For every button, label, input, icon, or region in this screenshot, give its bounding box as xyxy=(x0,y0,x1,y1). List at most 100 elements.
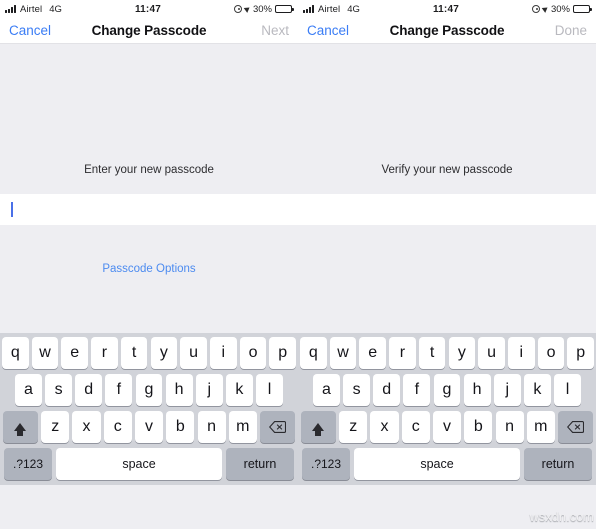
numeric-switch-key[interactable]: .?123 xyxy=(4,448,52,480)
key-x[interactable]: x xyxy=(370,411,399,443)
passcode-content-area: Enter your new passcode Passcode Options… xyxy=(0,44,298,529)
key-s[interactable]: s xyxy=(343,374,371,406)
key-c[interactable]: c xyxy=(103,411,132,443)
key-w[interactable]: w xyxy=(31,337,59,369)
key-i[interactable]: i xyxy=(210,337,237,369)
space-key[interactable]: space xyxy=(56,448,222,480)
key-x[interactable]: x xyxy=(72,411,101,443)
key-p[interactable]: p xyxy=(567,337,594,369)
key-g[interactable]: g xyxy=(135,374,163,406)
key-v[interactable]: v xyxy=(134,411,164,443)
dual-screenshot-container: Airtel 4G 11:47 30% Cancel Change Passco… xyxy=(0,0,596,529)
key-q[interactable]: q xyxy=(300,337,327,369)
on-screen-keyboard: q w e r t y u i o p a s d f g h j k l z … xyxy=(0,333,298,485)
key-g[interactable]: g xyxy=(433,374,461,406)
key-k[interactable]: k xyxy=(225,374,253,406)
return-key[interactable]: return xyxy=(524,448,592,480)
signal-bars-icon xyxy=(303,5,314,13)
key-f[interactable]: f xyxy=(403,374,431,406)
key-b[interactable]: b xyxy=(464,411,493,443)
passcode-prompt-label: Verify your new passcode xyxy=(381,164,513,176)
space-key[interactable]: space xyxy=(354,448,520,480)
key-l[interactable]: l xyxy=(554,374,581,406)
key-n[interactable]: n xyxy=(197,411,226,443)
key-y[interactable]: y xyxy=(150,337,178,369)
navigation-bar: Cancel Change Passcode Next xyxy=(0,18,298,44)
key-s[interactable]: s xyxy=(45,374,73,406)
status-bar: Airtel 4G 11:47 30% xyxy=(0,0,298,18)
location-arrow-icon xyxy=(243,5,252,13)
shift-arrow-icon xyxy=(312,423,325,436)
network-type: 4G xyxy=(347,3,360,15)
key-r[interactable]: r xyxy=(91,337,118,369)
done-button[interactable]: Done xyxy=(539,23,587,38)
key-y[interactable]: y xyxy=(448,337,476,369)
phone-screen-enter-passcode: Airtel 4G 11:47 30% Cancel Change Passco… xyxy=(0,0,298,529)
next-button[interactable]: Next xyxy=(241,23,289,38)
key-p[interactable]: p xyxy=(269,337,296,369)
text-caret xyxy=(11,202,13,217)
key-b[interactable]: b xyxy=(166,411,195,443)
delete-key[interactable] xyxy=(260,411,296,443)
key-j[interactable]: j xyxy=(493,374,521,406)
key-z[interactable]: z xyxy=(41,411,70,443)
carrier-name: Airtel xyxy=(20,3,43,15)
keyboard-row-2: a s d f g h j k l xyxy=(2,374,296,406)
key-j[interactable]: j xyxy=(195,374,223,406)
status-bar-left: Airtel 4G xyxy=(303,4,360,15)
key-d[interactable]: d xyxy=(75,374,103,406)
navigation-bar: Cancel Change Passcode Done xyxy=(298,18,596,44)
key-r[interactable]: r xyxy=(389,337,416,369)
keyboard-row-1: q w e r t y u i o p xyxy=(300,337,594,369)
return-key[interactable]: return xyxy=(226,448,294,480)
options-area: Passcode Options xyxy=(0,225,298,333)
passcode-options-link[interactable]: Passcode Options xyxy=(102,263,195,275)
key-k[interactable]: k xyxy=(523,374,551,406)
key-i[interactable]: i xyxy=(508,337,535,369)
phone-screen-verify-passcode: Airtel 4G 11:47 30% Cancel Change Passco… xyxy=(298,0,596,529)
key-q[interactable]: q xyxy=(2,337,29,369)
key-e[interactable]: e xyxy=(61,337,88,369)
page-title: Change Passcode xyxy=(389,23,505,38)
battery-percent-label: 30% xyxy=(550,3,570,15)
key-h[interactable]: h xyxy=(165,374,193,406)
key-t[interactable]: t xyxy=(120,337,148,369)
key-e[interactable]: e xyxy=(359,337,386,369)
key-o[interactable]: o xyxy=(537,337,565,369)
site-watermark: wsxdn.com xyxy=(529,510,594,524)
delete-key[interactable] xyxy=(558,411,594,443)
numeric-switch-key[interactable]: .?123 xyxy=(302,448,350,480)
key-h[interactable]: h xyxy=(463,374,491,406)
key-a[interactable]: a xyxy=(313,374,340,406)
keyboard-row-4: .?123 space return xyxy=(2,448,296,480)
status-bar-right: 30% xyxy=(531,3,592,15)
key-c[interactable]: c xyxy=(401,411,430,443)
key-w[interactable]: w xyxy=(329,337,357,369)
on-screen-keyboard: q w e r t y u i o p a s d f g h j k l z … xyxy=(298,333,596,485)
key-z[interactable]: z xyxy=(339,411,368,443)
key-n[interactable]: n xyxy=(495,411,524,443)
page-title: Change Passcode xyxy=(91,23,207,38)
key-a[interactable]: a xyxy=(15,374,42,406)
status-bar: Airtel 4G 11:47 30% xyxy=(298,0,596,18)
key-d[interactable]: d xyxy=(373,374,401,406)
shift-key[interactable] xyxy=(300,411,336,443)
key-t[interactable]: t xyxy=(418,337,446,369)
key-f[interactable]: f xyxy=(105,374,133,406)
key-m[interactable]: m xyxy=(228,411,257,443)
cancel-button[interactable]: Cancel xyxy=(9,23,57,38)
battery-icon xyxy=(573,4,592,14)
passcode-input-field[interactable] xyxy=(298,194,596,225)
carrier-name: Airtel xyxy=(318,3,341,15)
shift-key[interactable] xyxy=(2,411,38,443)
key-m[interactable]: m xyxy=(526,411,555,443)
key-l[interactable]: l xyxy=(256,374,283,406)
passcode-input-field[interactable] xyxy=(0,194,298,225)
key-v[interactable]: v xyxy=(432,411,462,443)
key-u[interactable]: u xyxy=(478,337,505,369)
cancel-button[interactable]: Cancel xyxy=(307,23,355,38)
key-u[interactable]: u xyxy=(180,337,207,369)
key-o[interactable]: o xyxy=(239,337,267,369)
delete-backspace-icon xyxy=(269,421,287,433)
status-bar-right: 30% xyxy=(233,4,294,15)
